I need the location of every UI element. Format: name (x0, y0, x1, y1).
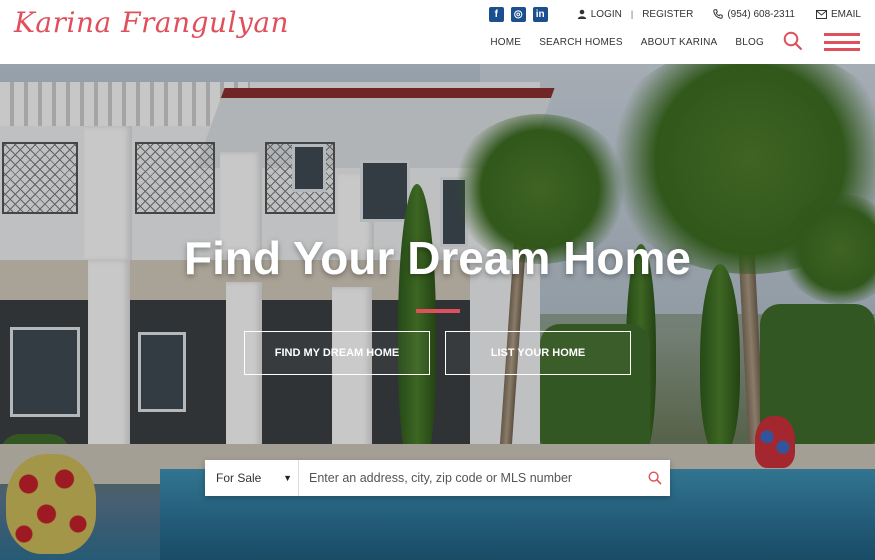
user-icon (577, 9, 586, 19)
title-accent-bar (416, 309, 460, 313)
hamburger-menu-icon[interactable] (824, 33, 860, 51)
linkedin-icon[interactable]: in (532, 6, 548, 22)
separator: | (630, 9, 634, 19)
site-header: Karina Frangulyan f ◎ in LOGIN | REGISTE… (0, 0, 875, 64)
find-my-dream-home-button[interactable]: FIND MY DREAM HOME (244, 331, 430, 375)
phone-number: (954) 608-2311 (727, 8, 795, 20)
email-link[interactable]: EMAIL (815, 8, 861, 20)
search-submit-button[interactable] (640, 460, 670, 496)
nav-search-homes[interactable]: SEARCH HOMES (539, 37, 623, 48)
top-utility-bar: f ◎ in LOGIN | REGISTER (954) 608-2311 E… (488, 6, 861, 22)
login-link[interactable]: LOGIN (591, 9, 622, 20)
listing-type-value: For Sale (216, 471, 262, 485)
listing-type-select[interactable]: For Sale ▼ (205, 460, 299, 496)
nav-about-karina[interactable]: ABOUT KARINA (641, 37, 718, 48)
search-icon[interactable] (783, 31, 803, 51)
instagram-icon[interactable]: ◎ (510, 6, 526, 22)
chevron-down-icon: ▼ (283, 473, 292, 483)
hero-title: Find Your Dream Home (184, 232, 691, 284)
mail-icon (815, 9, 827, 19)
phone-link[interactable]: (954) 608-2311 (713, 9, 795, 20)
hero-section: Find Your Dream Home FIND MY DREAM HOME … (0, 64, 875, 560)
property-search-bar: For Sale ▼ (205, 460, 670, 496)
email-label: EMAIL (830, 8, 861, 20)
nav-blog[interactable]: BLOG (735, 37, 764, 48)
site-logo[interactable]: Karina Frangulyan (14, 6, 289, 39)
account-links: LOGIN | REGISTER (577, 9, 693, 20)
facebook-icon[interactable]: f (488, 6, 504, 22)
nav-home[interactable]: HOME (490, 37, 521, 48)
list-your-home-button[interactable]: LIST YOUR HOME (445, 331, 631, 375)
main-nav: HOME SEARCH HOMES ABOUT KARINA BLOG (490, 37, 764, 48)
social-links: f ◎ in (488, 6, 548, 22)
register-link[interactable]: REGISTER (642, 9, 693, 20)
search-input[interactable] (299, 460, 640, 496)
search-icon (648, 471, 662, 485)
phone-icon (713, 9, 724, 19)
